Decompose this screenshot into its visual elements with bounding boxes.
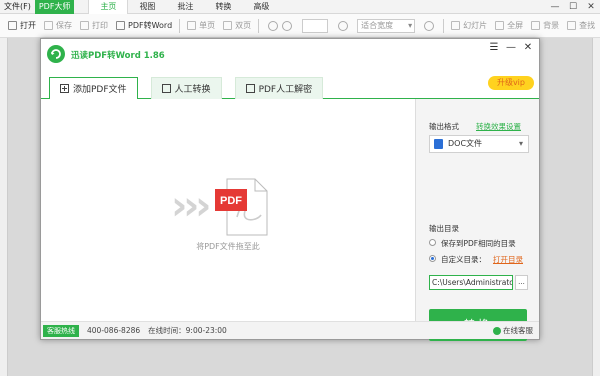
output-format-label: 输出格式 <box>429 122 459 131</box>
menu-advanced[interactable]: 高级 <box>242 0 280 14</box>
double-page-icon <box>223 21 233 30</box>
page-nav[interactable] <box>262 16 298 36</box>
output-dir-label: 输出目录 <box>429 224 459 233</box>
plus-icon <box>60 84 69 93</box>
dialog-title: 迅读PDF转Word 1.86 <box>71 51 165 61</box>
online-service-button[interactable]: 在线客服 <box>493 325 533 336</box>
lock-icon <box>245 84 255 93</box>
pdf-file-icon <box>215 178 268 236</box>
left-sidebar-strip <box>0 38 8 376</box>
find-button[interactable]: 查找 <box>563 16 599 36</box>
zoom-out-icon[interactable] <box>338 20 349 31</box>
fullscreen-button[interactable]: 全屏 <box>491 16 527 36</box>
folder-icon <box>8 21 17 30</box>
browse-button[interactable]: ... <box>515 275 528 290</box>
radio-custom-dir[interactable] <box>429 255 436 262</box>
settings-panel: 输出格式 转换效果设置 DOC文件 ▾ 输出目录 保存到PDF相同的目录 自定义… <box>415 99 539 341</box>
open-dir-link[interactable]: 打开目录 <box>493 254 523 265</box>
single-page-button[interactable]: 单页 <box>183 16 219 36</box>
arrow-icon: › <box>195 183 212 229</box>
prev-page-icon[interactable] <box>268 20 279 31</box>
hotline-badge: 客服热线 <box>43 324 79 337</box>
pdf-to-word-button[interactable]: PDF转Word <box>112 16 176 36</box>
converter-dialog: 迅读PDF转Word 1.86 ☰ — ✕ 添加PDF文件 人工转换 PDF人工… <box>40 38 540 341</box>
host-menubar: 文件(F) PDF大师 主页 视图 批注 转换 高级 — ☐ ✕ <box>0 0 600 14</box>
same-dir-label[interactable]: 保存到PDF相同的目录 <box>441 238 516 249</box>
doc-icon <box>434 139 443 149</box>
save-icon <box>44 21 53 30</box>
document-icon <box>161 84 171 93</box>
menu-icon[interactable]: ☰ <box>487 42 501 53</box>
tab-add-pdf[interactable]: 添加PDF文件 <box>49 77 138 99</box>
window-close-button[interactable]: ✕ <box>582 2 600 12</box>
single-page-icon <box>187 21 197 30</box>
zoom-select[interactable]: 适合宽度 <box>357 18 416 33</box>
phone-number: 400-086-8286 <box>87 326 141 335</box>
radio-same-dir[interactable] <box>429 239 436 246</box>
background-icon <box>531 21 541 30</box>
upgrade-vip-button[interactable]: 升级vip <box>487 76 534 90</box>
right-sidebar-strip <box>592 38 600 376</box>
slideshow-button[interactable]: 幻灯片 <box>447 16 491 36</box>
dialog-tabs: 添加PDF文件 人工转换 PDF人工解密 <box>49 77 336 99</box>
host-toolbar: 打开 保存 打印 PDF转Word 单页 双页 适合宽度 幻灯片 全屏 背景 查… <box>0 14 600 38</box>
dialog-footer: 客服热线 400-086-8286 在线时间：9:00-23:00 在线客服 <box>41 321 539 339</box>
background-button[interactable]: 背景 <box>527 16 563 36</box>
custom-dir-label[interactable]: 自定义目录： <box>441 254 486 265</box>
save-button[interactable]: 保存 <box>40 16 76 36</box>
zoom-controls[interactable] <box>332 16 354 36</box>
drop-hint-text: 将PDF文件拖至此 <box>196 242 260 251</box>
menu-view[interactable]: 视图 <box>128 0 166 14</box>
menu-annotate[interactable]: 批注 <box>166 0 204 14</box>
output-format-select[interactable]: DOC文件 ▾ <box>429 135 529 153</box>
double-page-button[interactable]: 双页 <box>219 16 255 36</box>
pdf-drop-zone[interactable]: › › › PDF 将PDF文件拖至此 <box>41 99 415 321</box>
zoom-in-icon[interactable] <box>424 20 435 31</box>
search-icon <box>567 21 577 30</box>
page-number-input[interactable] <box>302 18 329 33</box>
close-icon[interactable]: ✕ <box>521 42 535 53</box>
tab-manual-convert[interactable]: 人工转换 <box>150 77 222 99</box>
tab-manual-decrypt[interactable]: PDF人工解密 <box>234 77 324 99</box>
effect-settings-link[interactable]: 转换效果设置 <box>476 121 521 132</box>
app-logo-icon <box>47 45 65 63</box>
chat-icon <box>493 326 501 335</box>
dialog-header: 迅读PDF转Word 1.86 ☰ — ✕ 添加PDF文件 人工转换 PDF人工… <box>41 39 539 99</box>
brand-menu[interactable]: PDF大师 <box>34 0 75 14</box>
window-maximize-button[interactable]: ☐ <box>564 2 582 12</box>
pdf-badge-label: PDF <box>220 195 242 207</box>
menu-convert[interactable]: 转换 <box>204 0 242 14</box>
print-icon <box>80 21 89 30</box>
window-minimize-button[interactable]: — <box>546 2 564 12</box>
slideshow-icon <box>451 21 461 30</box>
fullscreen-icon <box>495 21 505 30</box>
menu-home[interactable]: 主页 <box>88 0 129 14</box>
open-button[interactable]: 打开 <box>4 16 40 36</box>
minimize-icon[interactable]: — <box>504 42 518 53</box>
next-page-icon[interactable] <box>282 20 293 31</box>
word-icon <box>116 21 125 30</box>
chevron-down-icon: ▾ <box>518 139 523 148</box>
print-button[interactable]: 打印 <box>76 16 112 36</box>
service-hours: 在线时间：9:00-23:00 <box>148 326 227 335</box>
file-menu[interactable]: 文件(F) <box>0 0 35 14</box>
output-path-input[interactable]: C:\Users\Administrator <box>429 275 513 290</box>
